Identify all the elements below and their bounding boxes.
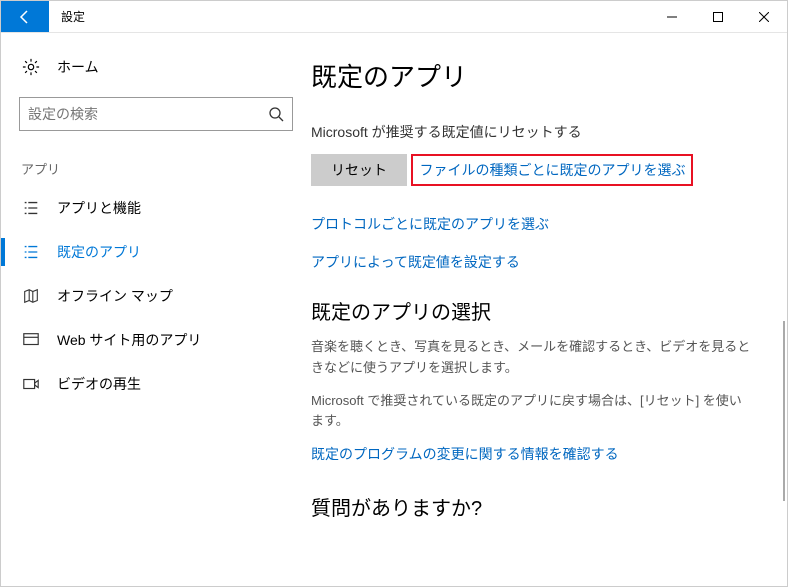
section-label: アプリ bbox=[1, 151, 311, 186]
sidebar-item-label: Web サイト用のアプリ bbox=[57, 330, 201, 350]
reset-description: Microsoft が推奨する既定値にリセットする bbox=[311, 122, 751, 142]
window-title: 設定 bbox=[49, 1, 649, 32]
search-box[interactable] bbox=[19, 97, 293, 131]
close-icon bbox=[759, 12, 769, 22]
minimize-icon bbox=[667, 12, 677, 22]
gear-icon bbox=[21, 57, 41, 77]
sidebar-item-default-apps[interactable]: 既定のアプリ bbox=[1, 230, 311, 274]
list-icon bbox=[21, 198, 41, 218]
link-default-programs-info[interactable]: 既定のプログラムの変更に関する情報を確認する bbox=[311, 444, 751, 464]
link-protocol-defaults[interactable]: プロトコルごとに既定のアプリを選ぶ bbox=[311, 214, 751, 234]
search-input[interactable] bbox=[28, 106, 268, 122]
sidebar-item-label: オフライン マップ bbox=[57, 286, 173, 306]
link-file-type-defaults[interactable]: ファイルの種類ごとに既定のアプリを選ぶ bbox=[419, 162, 685, 178]
maximize-button[interactable] bbox=[695, 1, 741, 32]
main-content: 既定のアプリ Microsoft が推奨する既定値にリセットする リセット ファ… bbox=[311, 33, 787, 586]
home-link[interactable]: ホーム bbox=[1, 49, 311, 85]
titlebar: 設定 bbox=[1, 1, 787, 33]
reset-button[interactable]: リセット bbox=[311, 154, 407, 186]
sidebar-item-label: ビデオの再生 bbox=[57, 374, 141, 394]
sidebar: ホーム アプリ アプリと機能 既定のアプリ オフライン マップ Web サイト用… bbox=[1, 33, 311, 586]
section-paragraph: Microsoft で推奨されている既定のアプリに戻す場合は、[リセット] を使… bbox=[311, 391, 751, 433]
link-app-defaults[interactable]: アプリによって既定値を設定する bbox=[311, 252, 751, 272]
section-paragraph: 音楽を聴くとき、写真を見るとき、メールを確認するとき、ビデオを見るときなどに使う… bbox=[311, 337, 751, 379]
close-button[interactable] bbox=[741, 1, 787, 32]
page-title: 既定のアプリ bbox=[311, 57, 751, 94]
section-heading: 質問がありますか? bbox=[311, 492, 751, 521]
sidebar-item-offline-maps[interactable]: オフライン マップ bbox=[1, 274, 311, 318]
sidebar-item-website-apps[interactable]: Web サイト用のアプリ bbox=[1, 318, 311, 362]
section-heading: 既定のアプリの選択 bbox=[311, 296, 751, 325]
sidebar-item-video-playback[interactable]: ビデオの再生 bbox=[1, 362, 311, 406]
window-controls bbox=[649, 1, 787, 32]
sidebar-item-label: アプリと機能 bbox=[57, 198, 141, 218]
scrollbar[interactable] bbox=[783, 321, 785, 501]
sidebar-item-apps-features[interactable]: アプリと機能 bbox=[1, 186, 311, 230]
sidebar-item-label: 既定のアプリ bbox=[57, 242, 141, 262]
search-icon bbox=[268, 106, 284, 122]
highlighted-link-box: ファイルの種類ごとに既定のアプリを選ぶ bbox=[411, 154, 693, 186]
back-button[interactable] bbox=[1, 1, 49, 32]
minimize-button[interactable] bbox=[649, 1, 695, 32]
video-icon bbox=[21, 374, 41, 394]
arrow-left-icon bbox=[17, 9, 33, 25]
map-icon bbox=[21, 286, 41, 306]
home-label: ホーム bbox=[57, 57, 99, 77]
website-icon bbox=[21, 330, 41, 350]
maximize-icon bbox=[713, 12, 723, 22]
default-apps-icon bbox=[21, 242, 41, 262]
